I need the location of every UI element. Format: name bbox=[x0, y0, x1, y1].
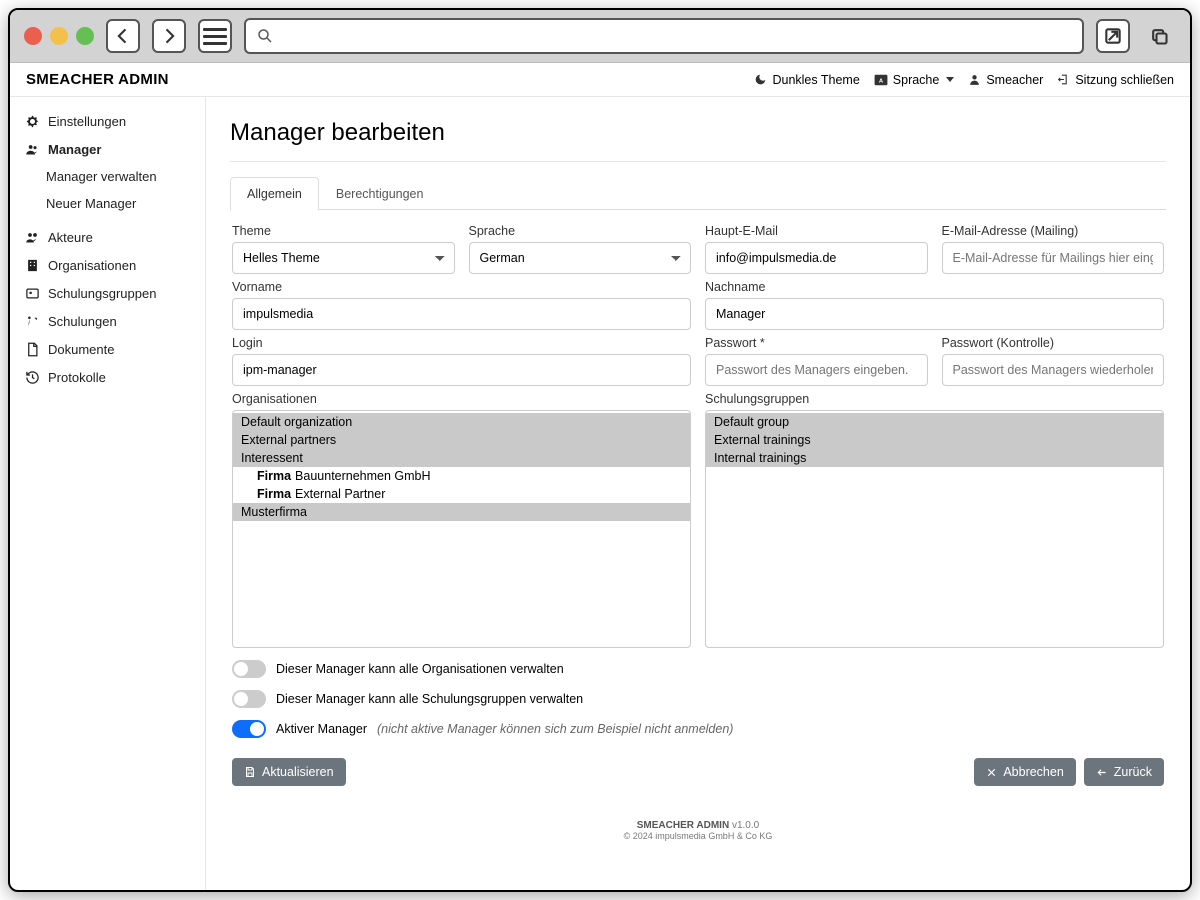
moon-icon bbox=[754, 73, 767, 86]
tabs: Allgemein Berechtigungen bbox=[230, 176, 1166, 210]
sidebar-item-dokumente[interactable]: Dokumente bbox=[10, 335, 205, 363]
open-external-button[interactable] bbox=[1096, 19, 1130, 53]
sidebar-item-akteure[interactable]: Akteure bbox=[10, 223, 205, 251]
dark-theme-toggle[interactable]: Dunkles Theme bbox=[754, 73, 859, 87]
page-title: Manager bearbeiten bbox=[230, 119, 1166, 147]
language-dropdown[interactable]: A Sprache bbox=[874, 73, 955, 87]
sidebar-item-einstellungen[interactable]: Einstellungen bbox=[10, 107, 205, 135]
organisations-label: Organisationen bbox=[232, 392, 691, 406]
lastname-label: Nachname bbox=[705, 280, 1164, 294]
list-item[interactable]: Musterfirma bbox=[233, 503, 690, 521]
organisations-listbox[interactable]: Default organizationExternal partnersInt… bbox=[232, 410, 691, 648]
list-item[interactable]: FirmaExternal Partner bbox=[233, 485, 690, 503]
main-content: Manager bearbeiten Allgemein Berechtigun… bbox=[206, 97, 1190, 890]
cancel-button[interactable]: Abbrechen bbox=[974, 758, 1075, 786]
document-icon bbox=[24, 341, 40, 357]
mailing-email-label: E-Mail-Adresse (Mailing) bbox=[942, 224, 1165, 238]
active-manager-note: (nicht aktive Manager können sich zum Be… bbox=[377, 722, 733, 736]
all-groups-switch[interactable] bbox=[232, 690, 266, 708]
login-label: Login bbox=[232, 336, 691, 350]
password-input[interactable] bbox=[705, 354, 928, 386]
history-icon bbox=[24, 369, 40, 385]
sidebar-item-manager-verwalten[interactable]: Manager verwalten bbox=[10, 163, 205, 190]
language-label: Sprache bbox=[469, 224, 692, 238]
sidebar-item-manager[interactable]: Manager bbox=[10, 135, 205, 163]
password-label: Passwort * bbox=[705, 336, 928, 350]
sidebar-item-organisationen[interactable]: Organisationen bbox=[10, 251, 205, 279]
copy-icon[interactable] bbox=[1142, 19, 1176, 53]
tab-berechtigungen[interactable]: Berechtigungen bbox=[319, 177, 441, 210]
nav-forward-button[interactable] bbox=[152, 19, 186, 53]
browser-chrome bbox=[10, 10, 1190, 63]
lastname-input[interactable] bbox=[705, 298, 1164, 330]
sidebar-item-neuer-manager[interactable]: Neuer Manager bbox=[10, 190, 205, 217]
address-bar[interactable] bbox=[244, 18, 1084, 54]
firstname-label: Vorname bbox=[232, 280, 691, 294]
chevron-down-icon bbox=[946, 77, 954, 82]
list-item[interactable]: Default group bbox=[706, 413, 1163, 431]
sidebar-item-protokolle[interactable]: Protokolle bbox=[10, 363, 205, 391]
logout-link[interactable]: Sitzung schließen bbox=[1057, 73, 1174, 87]
id-card-icon bbox=[24, 285, 40, 301]
active-manager-switch[interactable] bbox=[232, 720, 266, 738]
arrow-left-icon bbox=[1096, 767, 1108, 778]
window-minimize-icon[interactable] bbox=[50, 27, 68, 45]
building-icon bbox=[24, 257, 40, 273]
firstname-input[interactable] bbox=[232, 298, 691, 330]
all-orgs-switch[interactable] bbox=[232, 660, 266, 678]
users-icon bbox=[24, 141, 40, 157]
app-header: SMEACHER ADMIN Dunkles Theme A Sprache S… bbox=[10, 63, 1190, 97]
language-icon: A bbox=[874, 74, 888, 86]
list-item[interactable]: Interessent bbox=[233, 449, 690, 467]
all-groups-label: Dieser Manager kann alle Schulungsgruppe… bbox=[276, 692, 583, 706]
tab-allgemein[interactable]: Allgemein bbox=[230, 177, 319, 210]
close-icon bbox=[986, 767, 997, 778]
training-groups-label: Schulungsgruppen bbox=[705, 392, 1164, 406]
all-orgs-label: Dieser Manager kann alle Organisationen … bbox=[276, 662, 564, 676]
list-item[interactable]: External trainings bbox=[706, 431, 1163, 449]
logout-icon bbox=[1057, 73, 1070, 86]
password-confirm-input[interactable] bbox=[942, 354, 1165, 386]
sidebar-item-schulungen[interactable]: Schulungen bbox=[10, 307, 205, 335]
theme-select[interactable]: Helles Theme bbox=[232, 242, 455, 274]
people-icon bbox=[24, 229, 40, 245]
password-confirm-label: Passwort (Kontrolle) bbox=[942, 336, 1165, 350]
app-brand: SMEACHER ADMIN bbox=[26, 71, 169, 88]
address-input[interactable] bbox=[282, 28, 1072, 44]
main-email-input[interactable] bbox=[705, 242, 928, 274]
login-input[interactable] bbox=[232, 354, 691, 386]
theme-label: Theme bbox=[232, 224, 455, 238]
mailing-email-input[interactable] bbox=[942, 242, 1165, 274]
training-icon bbox=[24, 313, 40, 329]
language-select[interactable]: German bbox=[469, 242, 692, 274]
list-item[interactable]: Internal trainings bbox=[706, 449, 1163, 467]
training-groups-listbox[interactable]: Default groupExternal trainingsInternal … bbox=[705, 410, 1164, 648]
user-icon bbox=[968, 73, 981, 86]
back-button[interactable]: Zurück bbox=[1084, 758, 1164, 786]
footer: SMEACHER ADMIN v1.0.0 © 2024 impulsmedia… bbox=[206, 810, 1190, 857]
search-icon bbox=[256, 27, 274, 45]
menu-button[interactable] bbox=[198, 19, 232, 53]
update-button[interactable]: Aktualisieren bbox=[232, 758, 346, 786]
gear-icon bbox=[24, 113, 40, 129]
list-item[interactable]: FirmaBauunternehmen GmbH bbox=[233, 467, 690, 485]
sidebar: Einstellungen Manager Manager verwalten … bbox=[10, 97, 206, 890]
active-manager-label: Aktiver Manager bbox=[276, 722, 367, 736]
sidebar-item-schulungsgruppen[interactable]: Schulungsgruppen bbox=[10, 279, 205, 307]
window-maximize-icon[interactable] bbox=[76, 27, 94, 45]
main-email-label: Haupt-E-Mail bbox=[705, 224, 928, 238]
nav-back-button[interactable] bbox=[106, 19, 140, 53]
save-icon bbox=[244, 766, 256, 778]
list-item[interactable]: External partners bbox=[233, 431, 690, 449]
user-menu[interactable]: Smeacher bbox=[968, 73, 1043, 87]
window-close-icon[interactable] bbox=[24, 27, 42, 45]
list-item[interactable]: Default organization bbox=[233, 413, 690, 431]
